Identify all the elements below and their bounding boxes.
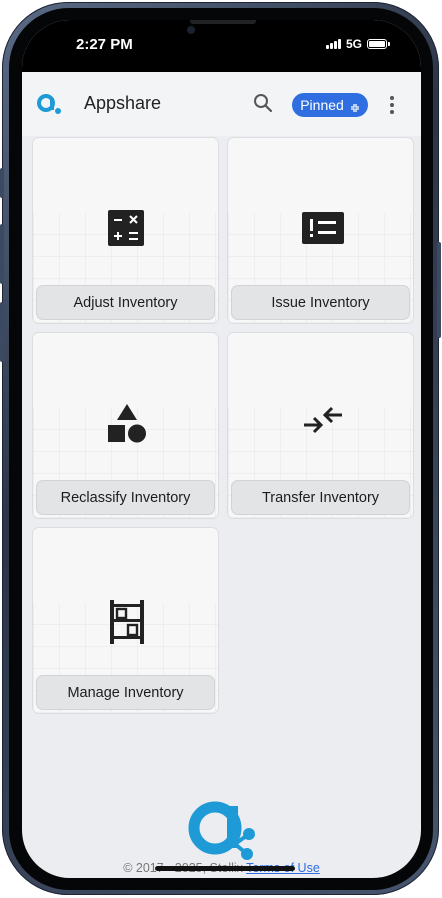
battery-icon xyxy=(367,39,390,49)
tile-manage-inventory[interactable]: Manage Inventory xyxy=(33,528,218,713)
calculator-icon xyxy=(106,208,146,248)
status-indicators: 5G xyxy=(325,37,390,51)
appshare-footer-logo-icon xyxy=(185,796,261,867)
status-bar: 2:27 PM 5G xyxy=(22,20,421,72)
tile-reclassify-inventory[interactable]: Reclassify Inventory xyxy=(33,333,218,518)
mute-switch xyxy=(0,168,4,198)
tile-label: Reclassify Inventory xyxy=(37,481,214,514)
tile-transfer-inventory[interactable]: Transfer Inventory xyxy=(228,333,413,518)
transfer-arrows-icon xyxy=(301,403,342,443)
search-icon[interactable] xyxy=(250,90,276,116)
power-button xyxy=(437,242,441,338)
collapse-icon xyxy=(350,100,360,112)
pinned-toggle-button[interactable]: Pinned xyxy=(292,93,368,117)
app-title: Appshare xyxy=(84,93,162,113)
screen: 2:27 PM 5G Appshare Pinned Adjust Invent… xyxy=(22,20,421,878)
more-options-icon[interactable] xyxy=(382,92,402,118)
volume-down-button xyxy=(0,302,4,362)
front-camera xyxy=(187,26,195,34)
app-bar: Appshare Pinned xyxy=(22,72,421,136)
tile-adjust-inventory[interactable]: Adjust Inventory xyxy=(33,138,218,323)
pinned-label: Pinned xyxy=(300,97,344,113)
tile-label: Transfer Inventory xyxy=(232,481,409,514)
status-time: 2:27 PM xyxy=(76,36,133,53)
speaker-grille xyxy=(190,20,256,24)
list-icon xyxy=(301,208,344,248)
shelves-icon xyxy=(106,598,146,644)
tile-issue-inventory[interactable]: Issue Inventory xyxy=(228,138,413,323)
tile-label: Adjust Inventory xyxy=(37,286,214,319)
volume-up-button xyxy=(0,224,4,284)
appshare-logo-icon[interactable] xyxy=(36,92,62,121)
tile-label: Issue Inventory xyxy=(232,286,409,319)
tile-label: Manage Inventory xyxy=(37,676,214,709)
home-indicator[interactable] xyxy=(155,866,295,871)
network-type: 5G xyxy=(345,37,362,51)
signal-icon xyxy=(325,39,341,49)
shapes-icon xyxy=(106,403,146,443)
